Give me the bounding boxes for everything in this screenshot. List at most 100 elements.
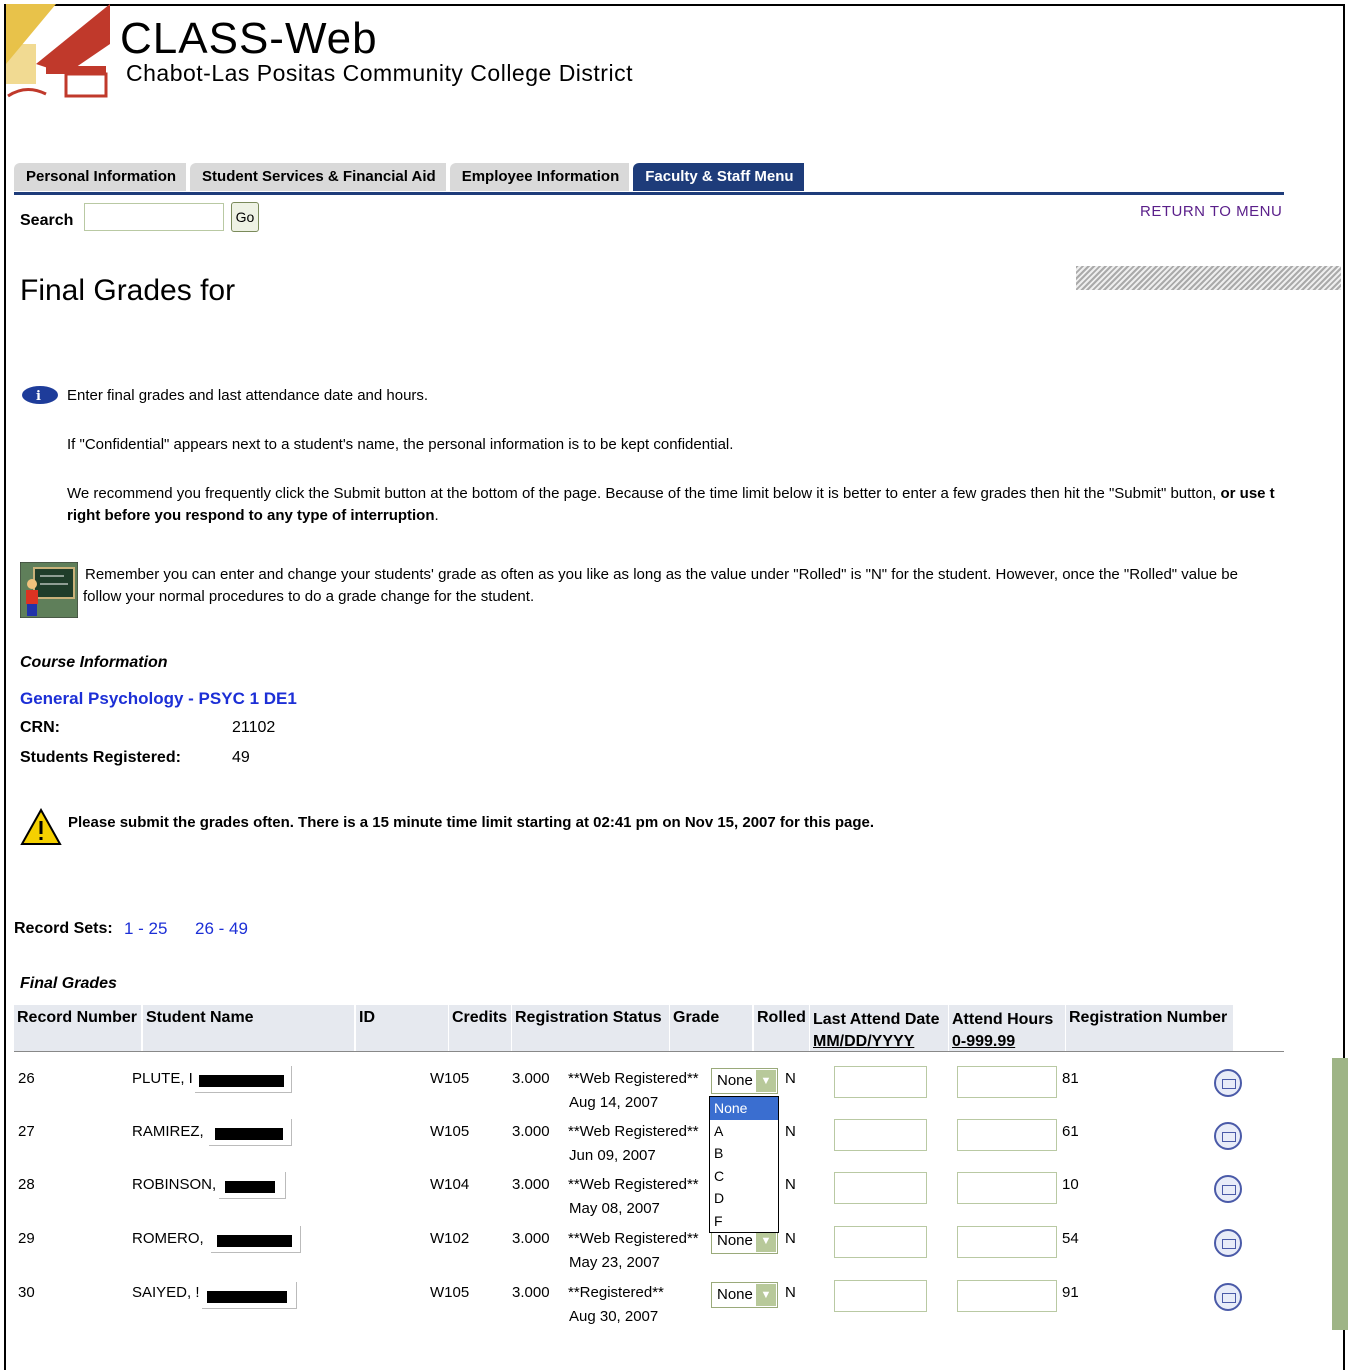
registration-number: 10 xyxy=(1062,1176,1079,1193)
student-id: W102 xyxy=(430,1230,470,1247)
col-attend-hours-format: 0-999.99 xyxy=(952,1033,1016,1050)
mail-icon[interactable] xyxy=(1214,1175,1242,1203)
grade-option[interactable]: A xyxy=(710,1120,778,1143)
page-title: Final Grades for xyxy=(20,274,236,307)
grade-option[interactable]: None xyxy=(710,1097,778,1120)
attend-hours-input[interactable] xyxy=(957,1172,1057,1204)
registration-status: **Web Registered** xyxy=(568,1123,699,1140)
student-name: RAMIREZ, xyxy=(132,1123,204,1140)
course-info-heading: Course Information xyxy=(20,654,168,671)
registration-number: 61 xyxy=(1062,1123,1079,1140)
grade-select[interactable]: None ▼ xyxy=(711,1282,778,1308)
info-line-3c: right before you respond to any type of … xyxy=(67,507,435,524)
mail-icon[interactable] xyxy=(1214,1229,1242,1257)
student-id: W105 xyxy=(430,1284,470,1301)
record-number: 26 xyxy=(18,1070,35,1087)
mail-icon[interactable] xyxy=(1214,1069,1242,1097)
last-attend-date-input[interactable] xyxy=(834,1172,927,1204)
credits: 3.000 xyxy=(512,1230,550,1247)
course-name-link[interactable]: General Psychology - PSYC 1 DE1 xyxy=(20,689,297,709)
col-registration-status: Registration Status xyxy=(512,1005,669,1051)
mail-icon[interactable] xyxy=(1214,1283,1242,1311)
grade-select[interactable]: None ▼ xyxy=(711,1068,778,1094)
crn-value: 21102 xyxy=(232,719,276,736)
students-registered-label: Students Registered: xyxy=(20,749,181,766)
chevron-down-icon[interactable]: ▼ xyxy=(756,1284,776,1306)
registration-number: 91 xyxy=(1062,1284,1079,1301)
chevron-down-icon[interactable]: ▼ xyxy=(756,1070,776,1092)
registration-date: Aug 30, 2007 xyxy=(569,1308,659,1325)
registration-date: Aug 14, 2007 xyxy=(569,1094,659,1111)
attend-hours-input[interactable] xyxy=(957,1066,1057,1098)
info-icon: i xyxy=(22,386,58,404)
grade-select-value: None xyxy=(717,1286,753,1303)
attend-hours-input[interactable] xyxy=(957,1119,1057,1151)
search-label: Search xyxy=(20,212,74,229)
col-registration-number: Registration Number xyxy=(1066,1005,1233,1051)
registration-status: **Web Registered** xyxy=(568,1176,699,1193)
student-name: ROBINSON, xyxy=(132,1176,217,1193)
redaction-bar xyxy=(207,1291,287,1303)
tab-personal-information[interactable]: Personal Information xyxy=(14,163,187,191)
return-to-menu-link[interactable]: RETURN TO MENU xyxy=(1140,203,1282,220)
tab-employee-information[interactable]: Employee Information xyxy=(449,163,630,191)
student-id: W104 xyxy=(430,1176,470,1193)
info-line-2: If "Confidential" appears next to a stud… xyxy=(67,436,734,453)
tab-underline xyxy=(14,192,1284,195)
last-attend-date-input[interactable] xyxy=(834,1066,927,1098)
warning-icon xyxy=(20,808,62,845)
app-title: CLASS-Web xyxy=(120,14,378,63)
mail-icon[interactable] xyxy=(1214,1122,1242,1150)
record-number: 30 xyxy=(18,1284,35,1301)
go-button[interactable]: Go xyxy=(231,202,259,232)
grade-option[interactable]: B xyxy=(710,1142,778,1165)
redaction-bar xyxy=(215,1128,283,1140)
main-tabs: Personal Information Student Services & … xyxy=(14,157,808,191)
grade-option[interactable]: F xyxy=(710,1210,778,1233)
credits: 3.000 xyxy=(512,1284,550,1301)
college-logo-icon xyxy=(6,4,110,98)
col-grade: Grade xyxy=(670,1005,752,1051)
registration-status: **Web Registered** xyxy=(568,1070,699,1087)
record-set-2-link[interactable]: 26 - 49 xyxy=(195,919,248,939)
record-number: 27 xyxy=(18,1123,35,1140)
search-input[interactable] xyxy=(84,203,224,231)
record-set-1-link[interactable]: 1 - 25 xyxy=(124,919,167,939)
grade-option[interactable]: D xyxy=(710,1187,778,1210)
redaction-bar xyxy=(217,1235,292,1247)
record-number: 28 xyxy=(18,1176,35,1193)
redaction-bar xyxy=(199,1075,284,1087)
info-line-3-text: We recommend you frequently click the Su… xyxy=(67,485,1221,502)
student-id: W105 xyxy=(430,1070,470,1087)
grade-option[interactable]: C xyxy=(710,1165,778,1188)
registration-date: May 08, 2007 xyxy=(569,1200,660,1217)
info-line-3-bold: or use t xyxy=(1220,485,1275,502)
student-id: W105 xyxy=(430,1123,470,1140)
last-attend-date-input[interactable] xyxy=(834,1119,927,1151)
tab-student-services[interactable]: Student Services & Financial Aid xyxy=(190,163,446,191)
info-line-4: Remember you can enter and change your s… xyxy=(85,566,1238,583)
info-line-3-cont: right before you respond to any type of … xyxy=(67,507,439,524)
rolled-value: N xyxy=(785,1123,796,1140)
info-line-4b: follow your normal procedures to do a gr… xyxy=(83,588,535,605)
last-attend-date-input[interactable] xyxy=(834,1226,927,1258)
col-student-name: Student Name xyxy=(143,1005,354,1051)
col-attend-hours-label: Attend Hours xyxy=(952,1011,1054,1028)
info-line-3d: . xyxy=(434,507,439,524)
redaction-bar xyxy=(225,1181,275,1193)
rolled-value: N xyxy=(785,1284,796,1301)
info-line-1: Enter final grades and last attendance d… xyxy=(67,387,429,404)
student-name: ROMERO, xyxy=(132,1230,204,1247)
chevron-down-icon[interactable]: ▼ xyxy=(756,1230,776,1252)
grade-dropdown-list: None A B C D F xyxy=(709,1096,779,1233)
last-attend-date-input[interactable] xyxy=(834,1280,927,1312)
attend-hours-input[interactable] xyxy=(957,1226,1057,1258)
attend-hours-input[interactable] xyxy=(957,1280,1057,1312)
tab-faculty-staff-menu[interactable]: Faculty & Staff Menu xyxy=(633,163,804,191)
vertical-scrollbar[interactable] xyxy=(1332,1058,1348,1330)
col-id: ID xyxy=(356,1005,448,1051)
teacher-chalkboard-icon xyxy=(20,562,78,618)
record-sets-label: Record Sets: xyxy=(14,920,113,937)
registration-number: 54 xyxy=(1062,1230,1079,1247)
svg-text:i: i xyxy=(36,389,41,404)
